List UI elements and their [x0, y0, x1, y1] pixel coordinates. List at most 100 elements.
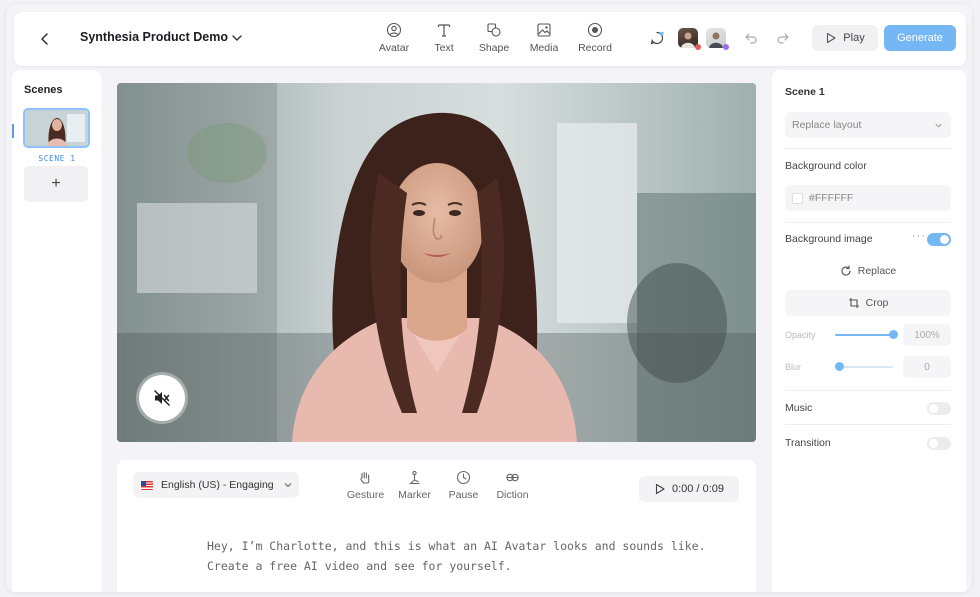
replace-label: Replace — [857, 265, 897, 277]
blur-label: Blur — [785, 362, 802, 372]
marker-icon — [409, 470, 420, 485]
media-icon — [537, 23, 551, 37]
color-swatch[interactable] — [792, 192, 803, 204]
diction-button[interactable]: Diction — [488, 470, 537, 501]
timer-text: 0:00 / 0:09 — [672, 483, 724, 495]
tool-media[interactable]: Media — [519, 22, 569, 54]
script-toolbar: Gesture Marker Pause Diction — [341, 470, 537, 501]
divider — [785, 424, 951, 425]
gesture-label: Gesture — [346, 489, 385, 501]
crop-icon — [848, 298, 859, 308]
speaker-muted-icon — [154, 390, 170, 406]
toggle-knob — [940, 235, 949, 244]
editor-window: Synthesia Product Demo Avatar Text Shape… — [6, 4, 972, 592]
preview-timer-button[interactable]: 0:00 / 0:09 — [639, 476, 739, 502]
us-flag-icon — [141, 480, 153, 490]
divider — [785, 222, 951, 223]
toggle-knob — [929, 439, 938, 448]
avatar-icon — [386, 22, 402, 38]
language-label: English (US) - Engaging — [161, 479, 274, 491]
more-options-icon[interactable]: ··· — [912, 230, 926, 242]
undo-icon[interactable] — [740, 27, 762, 49]
shape-icon — [487, 23, 501, 37]
opacity-slider-handle[interactable] — [888, 330, 898, 339]
add-scene-button[interactable]: + — [24, 166, 88, 202]
bg-color-input[interactable]: #FFFFFF — [785, 185, 951, 211]
transition-label: Transition — [785, 437, 831, 449]
chevron-down-icon — [284, 483, 292, 488]
music-label: Music — [785, 402, 813, 414]
scene-thumbnail[interactable] — [23, 108, 90, 148]
top-right-actions: Play Generate — [646, 25, 956, 51]
refresh-icon — [841, 265, 851, 276]
blur-value[interactable]: 0 — [903, 356, 951, 378]
bg-color-value: #FFFFFF — [809, 192, 854, 204]
bg-image-toggle[interactable] — [927, 233, 951, 246]
insert-toolbar: Avatar Text Shape Media Record — [369, 22, 621, 54]
chevron-down-icon[interactable] — [230, 31, 244, 45]
tool-label: Text — [434, 42, 454, 54]
tool-text[interactable]: Text — [419, 22, 469, 54]
properties-panel: Scene 1 Replace layout Background color … — [772, 70, 966, 592]
marker-button[interactable]: Marker — [390, 470, 439, 501]
toggle-knob — [929, 404, 938, 413]
collaborator-avatar[interactable] — [706, 28, 729, 50]
replace-layout-select[interactable]: Replace layout — [785, 112, 951, 138]
comments-icon[interactable] — [646, 27, 668, 49]
tool-label: Record — [578, 42, 612, 54]
play-button[interactable]: Play — [812, 25, 878, 51]
tool-shape[interactable]: Shape — [469, 22, 519, 54]
presence-dot — [723, 44, 729, 50]
divider — [785, 390, 951, 391]
scene-label[interactable]: SCENE 1 — [24, 154, 90, 163]
crop-label: Crop — [865, 297, 889, 309]
crop-button[interactable]: Crop — [785, 290, 951, 316]
script-panel: English (US) - Engaging Gesture Marker P… — [117, 460, 756, 592]
generate-button[interactable]: Generate — [884, 25, 956, 51]
script-text-editor[interactable]: Hey, I’m Charlotte, and this is what an … — [207, 536, 727, 576]
marker-label: Marker — [398, 489, 431, 501]
blur-slider-handle[interactable] — [835, 362, 844, 371]
opacity-slider-fill — [835, 334, 893, 336]
transition-toggle[interactable] — [927, 437, 951, 450]
voice-language-select[interactable]: English (US) - Engaging — [133, 472, 299, 498]
gesture-button[interactable]: Gesture — [341, 470, 390, 501]
layout-select-value: Replace layout — [792, 119, 862, 131]
opacity-value[interactable]: 100% — [903, 324, 951, 346]
divider — [785, 148, 951, 149]
pause-button[interactable]: Pause — [439, 470, 488, 501]
back-icon[interactable] — [36, 30, 54, 48]
scene-title: Scene 1 — [785, 86, 825, 98]
tool-avatar[interactable]: Avatar — [369, 22, 419, 54]
scenes-title: Scenes — [24, 84, 63, 96]
diction-icon — [506, 473, 519, 482]
replace-image-button[interactable]: Replace — [785, 258, 951, 284]
top-bar: Synthesia Product Demo Avatar Text Shape… — [14, 12, 966, 66]
scenes-panel: Scenes SCENE 1 + — [12, 70, 101, 592]
bg-image-label: Background image — [785, 233, 873, 245]
avatar-preview-image — [117, 83, 756, 442]
music-toggle[interactable] — [927, 402, 951, 415]
diction-label: Diction — [496, 489, 529, 501]
active-scene-marker — [12, 124, 14, 138]
opacity-label: Opacity — [785, 330, 816, 340]
redo-icon[interactable] — [772, 27, 794, 49]
play-icon — [655, 483, 665, 495]
chevron-down-icon — [935, 123, 942, 128]
gesture-icon — [360, 471, 370, 484]
presence-dot — [695, 44, 701, 50]
play-label: Play — [843, 32, 865, 44]
pause-label: Pause — [448, 489, 479, 501]
project-title[interactable]: Synthesia Product Demo — [80, 30, 228, 44]
bg-color-label: Background color — [785, 160, 867, 172]
tool-record[interactable]: Record — [569, 22, 621, 54]
tool-label: Media — [529, 42, 559, 54]
tool-label: Shape — [478, 42, 510, 54]
collaborator-avatar[interactable] — [678, 28, 701, 50]
text-icon — [437, 24, 451, 37]
clock-icon — [456, 470, 471, 485]
mute-button[interactable] — [139, 375, 185, 421]
tool-label: Avatar — [378, 42, 410, 54]
video-canvas[interactable] — [117, 83, 756, 442]
play-icon — [827, 32, 836, 44]
